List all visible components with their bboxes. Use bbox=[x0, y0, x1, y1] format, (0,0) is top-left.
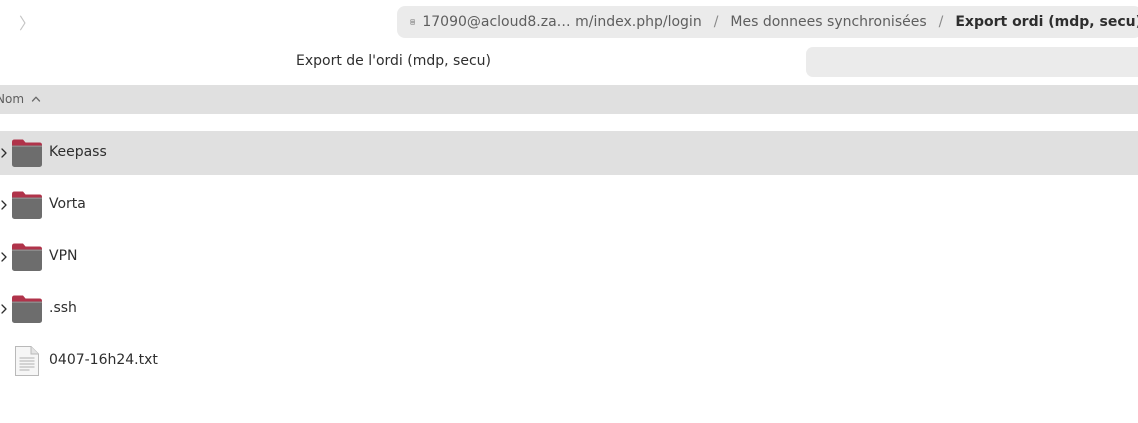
list-item-folder[interactable]: Keepass bbox=[0, 131, 1138, 175]
chevron-right-icon[interactable] bbox=[0, 303, 8, 315]
file-name: .ssh bbox=[49, 300, 77, 316]
list-item-file[interactable]: 0407-16h24.txt bbox=[0, 339, 1138, 383]
breadcrumb-current[interactable]: Export ordi (mdp, secu) bbox=[955, 14, 1138, 30]
list-item-folder[interactable]: VPN bbox=[0, 235, 1138, 279]
list-item-folder[interactable]: Vorta bbox=[0, 183, 1138, 227]
location-toolbar: Export de l'ordi (mdp, secu) bbox=[0, 43, 1138, 81]
file-name: VPN bbox=[49, 248, 78, 264]
folder-icon bbox=[12, 295, 42, 323]
search-input[interactable] bbox=[806, 47, 1138, 77]
sort-ascending-icon[interactable] bbox=[31, 94, 41, 104]
header-bar: 〉 17090@acloud8.za… m/index.php/login / … bbox=[0, 0, 1138, 43]
file-name: Keepass bbox=[49, 144, 107, 160]
folder-icon bbox=[12, 191, 42, 219]
path-bar[interactable]: 17090@acloud8.za… m/index.php/login / Me… bbox=[397, 6, 1138, 38]
file-manager-window: 〉 17090@acloud8.za… m/index.php/login / … bbox=[0, 0, 1138, 423]
location-label: Export de l'ordi (mdp, secu) bbox=[296, 53, 491, 69]
folder-icon bbox=[12, 243, 42, 271]
breadcrumb-synced-data[interactable]: Mes donnees synchronisées bbox=[730, 14, 926, 30]
breadcrumb-separator: / bbox=[938, 14, 944, 30]
text-file-icon bbox=[15, 346, 39, 376]
breadcrumb-server[interactable]: 17090@acloud8.za… m/index.php/login bbox=[422, 14, 701, 30]
file-name: Vorta bbox=[49, 196, 86, 212]
column-name-header[interactable]: Nom bbox=[0, 92, 24, 106]
forward-button[interactable]: 〉 bbox=[14, 10, 40, 34]
list-item-folder[interactable]: .ssh bbox=[0, 287, 1138, 331]
chevron-right-icon[interactable] bbox=[0, 199, 8, 211]
folder-icon bbox=[12, 139, 42, 167]
chevron-right-icon: 〉 bbox=[18, 14, 35, 33]
breadcrumb-separator: / bbox=[713, 14, 719, 30]
chevron-right-icon[interactable] bbox=[0, 251, 8, 263]
file-list: Keepass Vorta VPN .ssh 0407-16h24.txt bbox=[0, 131, 1138, 391]
file-name: 0407-16h24.txt bbox=[49, 352, 158, 368]
server-icon bbox=[410, 19, 416, 25]
column-header[interactable]: Nom bbox=[0, 85, 1138, 114]
chevron-right-icon[interactable] bbox=[0, 147, 8, 159]
